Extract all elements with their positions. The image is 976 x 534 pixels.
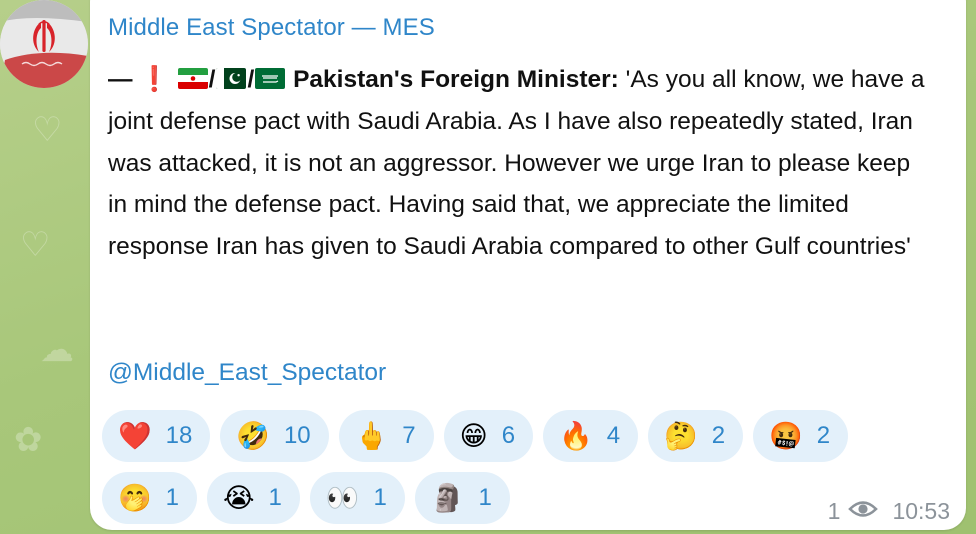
reaction-moai[interactable]: 🗿 1 [414,472,510,524]
middle-finger-icon: 🖕 [354,420,389,452]
reaction-thinking-face[interactable]: 🤔 2 [648,410,744,462]
reaction-face-with-symbols[interactable]: 🤬 2 [753,410,849,462]
exclamation-icon: ❗ [139,66,170,93]
face-with-hand-over-mouth-icon: 🤭 [118,482,152,514]
background-doodle: ✿ [14,420,43,460]
channel-avatar[interactable] [0,0,88,88]
eyes-icon: 👀 [325,482,360,514]
message-text: — ❗ / / Pakistan's Foreign Minister: 'As… [108,59,928,268]
fire-icon: 🔥 [559,420,593,452]
background-doodle: ☁ [40,330,74,370]
iran-flag-icon [177,68,208,89]
reaction-count: 2 [711,422,726,449]
reaction-count: 1 [268,484,282,511]
background-doodle: ♡ [32,110,63,150]
eye-icon [848,498,879,525]
reaction-loudly-crying[interactable]: 😭 1 [206,472,300,524]
reaction-beaming-face[interactable]: 😁 6 [443,410,534,462]
reactions-row: 🤭 1 😭 1 👀 1 🗿 1 [102,472,892,524]
reaction-count: 6 [501,422,516,449]
flag-separator: / [247,66,255,93]
message-meta: 1 10:53 [828,498,950,525]
reaction-red-heart[interactable]: ❤️ 18 [102,410,211,462]
reaction-count: 2 [816,422,831,449]
saudi-arabia-flag-icon [255,68,286,89]
face-with-symbols-icon: 🤬 [769,420,803,452]
reaction-count: 1 [373,484,387,511]
view-count: 1 [827,498,841,524]
reaction-count: 1 [165,484,179,511]
lead-dash: — [108,66,133,93]
channel-name[interactable]: Middle East Spectator — MES [108,14,435,42]
thinking-face-icon: 🤔 [664,420,698,452]
reactions-bar: ❤️ 18 🤣 10 🖕 7 😁 6 🔥 4 🤔 2 🤬 2 🤭 1 😭 1 👀… [102,410,892,534]
reactions-row: ❤️ 18 🤣 10 🖕 7 😁 6 🔥 4 🤔 2 🤬 2 [102,410,892,462]
rolling-on-floor-laughing-icon: 🤣 [236,420,270,452]
message-time: 10:53 [892,498,950,524]
channel-mention-link[interactable]: @Middle_East_Spectator [108,359,386,387]
beaming-face-icon: 😁 [459,420,488,452]
flag-separator: / [208,66,216,93]
moai-icon: 🗿 [430,482,465,514]
speaker-label: Pakistan's Foreign Minister: [293,66,619,93]
reaction-count: 1 [478,484,492,511]
loudly-crying-face-icon: 😭 [222,482,255,514]
reaction-fire[interactable]: 🔥 4 [543,410,639,462]
reaction-rolling-laughing[interactable]: 🤣 10 [220,410,329,462]
reaction-count: 4 [606,422,621,449]
reaction-count: 10 [283,422,311,449]
reaction-hand-over-mouth[interactable]: 🤭 1 [102,472,197,524]
background-doodle: ♡ [20,225,51,265]
reaction-middle-finger[interactable]: 🖕 7 [338,410,434,462]
reaction-count: 18 [165,422,193,449]
quote-body: 'As you all know, we have a joint defens… [108,66,925,261]
reaction-eyes[interactable]: 👀 1 [309,472,405,524]
pakistan-flag-icon [216,68,247,89]
red-heart-icon: ❤️ [118,420,152,452]
reaction-count: 7 [402,422,416,449]
